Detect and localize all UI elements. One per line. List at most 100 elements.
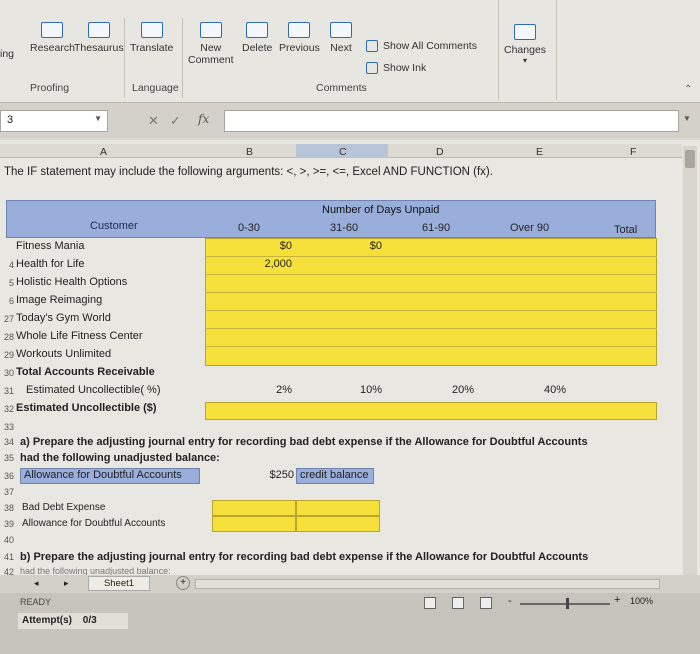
row-number[interactable]: 27: [0, 314, 14, 324]
column-header-f[interactable]: F: [630, 146, 636, 158]
new-comment-button[interactable]: New Comment: [188, 22, 234, 66]
last-sheet-arrow-icon[interactable]: ▸: [64, 578, 69, 589]
enter-icon[interactable]: ✓: [170, 113, 181, 129]
show-all-comments-button[interactable]: Show All Comments: [366, 40, 477, 53]
sheet-tabs-bar: ◂ ▸ Sheet1 +: [0, 575, 700, 593]
row-number[interactable]: 34: [0, 437, 14, 447]
pct-31-60: 10%: [359, 384, 382, 396]
value-31-60: $0: [369, 240, 382, 252]
row-number[interactable]: 4: [0, 260, 14, 270]
thesaurus-icon: [87, 22, 110, 38]
row-number[interactable]: 33: [0, 422, 14, 432]
row-number[interactable]: 6: [0, 296, 14, 306]
delete-comment-button[interactable]: Delete: [242, 22, 272, 54]
row-number[interactable]: 31: [0, 386, 14, 396]
column-header-a[interactable]: A: [100, 146, 107, 158]
zoom-slider-thumb[interactable]: [566, 598, 569, 609]
customer-name: Image Reimaging: [16, 294, 103, 306]
translate-button[interactable]: Translate: [130, 22, 173, 54]
value-0-30: 2,000: [264, 258, 292, 270]
horizontal-scrollbar[interactable]: [195, 579, 660, 589]
show-ink-button[interactable]: Show Ink: [366, 62, 426, 75]
question-a-cont: had the following unadjusted balance:: [20, 452, 220, 464]
group-proofing: Proofing: [30, 82, 70, 94]
zoom-level[interactable]: 100%: [630, 596, 653, 606]
previous-comment-button[interactable]: Previous: [279, 22, 320, 54]
bucket-61-90: 61-90: [422, 222, 451, 234]
row-number[interactable]: 38: [0, 503, 14, 513]
status-bar: READY Attempt(s) 0/3 - + 100%: [0, 593, 700, 654]
cancel-icon[interactable]: ✕: [148, 113, 159, 129]
question-a: a) Prepare the adjusting journal entry f…: [20, 436, 588, 448]
est-pct-label: Estimated Uncollectible( %): [26, 384, 161, 396]
add-sheet-icon[interactable]: +: [176, 576, 190, 590]
pct-0-30: 2%: [276, 384, 292, 396]
collapse-ribbon-icon[interactable]: ⌃: [684, 84, 692, 95]
row-number[interactable]: 5: [0, 278, 14, 288]
customer-name: Today's Gym World: [16, 312, 111, 324]
row-number[interactable]: 40: [0, 535, 14, 545]
zoom-out-icon[interactable]: -: [508, 595, 512, 607]
total-ar-label: Total Accounts Receivable: [16, 366, 155, 378]
row-number[interactable]: 32: [0, 404, 14, 414]
zoom-in-icon[interactable]: +: [614, 594, 620, 606]
je-credit-account: Allowance for Doubtful Accounts: [22, 518, 166, 529]
name-box[interactable]: 3 ▼: [0, 110, 108, 132]
question-b: b) Prepare the adjusting journal entry f…: [20, 551, 589, 563]
chevron-down-icon: ▾: [523, 56, 528, 65]
page-layout-view-icon[interactable]: [452, 597, 464, 609]
next-comment-button[interactable]: Next: [330, 22, 352, 54]
divider: [498, 0, 499, 100]
je-credit-amount-input[interactable]: [296, 516, 380, 532]
translate-icon: [140, 22, 163, 38]
column-header-c[interactable]: C: [339, 146, 347, 158]
formula-input[interactable]: [224, 110, 679, 132]
row-number[interactable]: 41: [0, 552, 14, 562]
previous-comment-icon: [288, 22, 311, 38]
sheet-tab-sheet1[interactable]: Sheet1: [88, 576, 150, 591]
row-line: [205, 256, 657, 257]
first-sheet-arrow-icon[interactable]: ◂: [34, 578, 39, 589]
je-credit-input[interactable]: [212, 516, 296, 532]
column-header-b[interactable]: B: [246, 146, 253, 158]
chevron-down-icon: ▼: [94, 114, 102, 123]
ink-icon: [366, 62, 378, 75]
ready-status: READY: [20, 597, 52, 607]
row-number[interactable]: 29: [0, 350, 14, 360]
total-header: Total: [614, 224, 638, 236]
row-number[interactable]: 37: [0, 487, 14, 497]
insert-function-button[interactable]: fx: [198, 112, 209, 126]
scroll-thumb[interactable]: [685, 150, 695, 168]
je-debit-amount-input[interactable]: [296, 500, 380, 516]
spelling-button[interactable]: ing: [0, 48, 14, 60]
pct-61-90: 20%: [451, 384, 474, 396]
row-number[interactable]: 36: [0, 471, 14, 481]
zoom-slider[interactable]: [520, 603, 610, 605]
customer-name: Health for Life: [16, 258, 85, 270]
row-number[interactable]: 39: [0, 519, 14, 529]
group-language: Language: [132, 82, 179, 94]
allowance-amount: $250: [269, 469, 294, 481]
row-number[interactable]: 30: [0, 368, 14, 378]
row-number[interactable]: 28: [0, 332, 14, 342]
instruction-text: The IF statement may include the followi…: [4, 166, 493, 178]
pct-over-90: 40%: [543, 384, 566, 396]
normal-view-icon[interactable]: [424, 597, 436, 609]
divider: [182, 18, 183, 98]
vertical-scrollbar[interactable]: [683, 146, 697, 576]
comments-icon: [366, 40, 378, 53]
row-number[interactable]: 35: [0, 453, 14, 463]
chevron-down-icon[interactable]: ▼: [683, 114, 691, 123]
je-debit-input[interactable]: [212, 500, 296, 516]
bucket-over-90: Over 90: [510, 222, 550, 234]
thesaurus-button[interactable]: Thesaurus: [74, 22, 124, 54]
customer-name: Whole Life Fitness Center: [16, 330, 143, 342]
changes-button[interactable]: Changes ▾: [504, 24, 546, 65]
customer-name: Holistic Health Options: [16, 276, 128, 288]
row-line: [205, 328, 657, 329]
column-header-e[interactable]: E: [536, 146, 543, 158]
page-break-view-icon[interactable]: [480, 597, 492, 609]
research-button[interactable]: Research: [30, 22, 75, 54]
est-dollar-input[interactable]: [205, 402, 657, 420]
column-header-d[interactable]: D: [436, 146, 444, 158]
